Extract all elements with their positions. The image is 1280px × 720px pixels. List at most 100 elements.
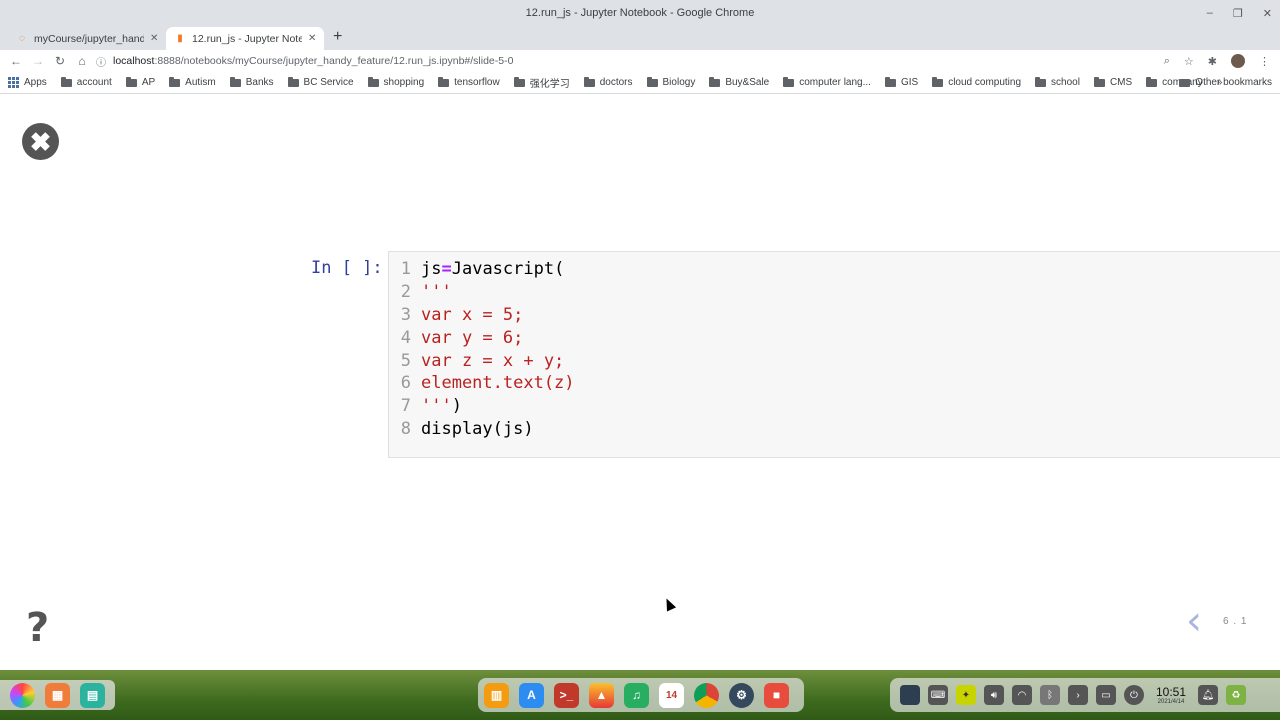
menu-icon[interactable]: ⋮ <box>1259 55 1270 68</box>
extensions-icon[interactable]: ✱ <box>1208 55 1217 68</box>
code-line[interactable]: 3 var x = 5; <box>389 304 1280 327</box>
close-icon[interactable]: ✕ <box>150 33 158 44</box>
jupyter-logo-icon: ◌ <box>19 33 25 44</box>
folder-icon <box>287 76 299 87</box>
bookmark-folder[interactable]: AP <box>125 76 155 88</box>
bookmark-folder[interactable]: school <box>1035 76 1080 88</box>
new-tab-button[interactable]: + <box>333 28 342 46</box>
bookmark-label: 强化学习 <box>529 79 570 90</box>
back-icon[interactable]: ← <box>6 54 26 68</box>
screen-recorder-icon[interactable]: ■ <box>764 682 789 708</box>
notification-bell-icon[interactable]: 🔔︎ <box>1198 685 1219 705</box>
line-number: 1 <box>400 259 411 280</box>
code-line[interactable]: 6 element.text(z) <box>389 372 1280 395</box>
apps-grid-icon <box>8 77 19 88</box>
bookmark-folder[interactable]: GIS <box>884 76 918 88</box>
bookmark-folder[interactable]: tensorflow <box>438 76 500 88</box>
bookmark-label: school <box>1051 77 1080 88</box>
bookmark-label: Banks <box>245 77 274 88</box>
tab-label: myCourse/jupyter_handy_feature/ <box>34 32 144 45</box>
bookmark-star-icon[interactable]: ☆ <box>1184 55 1194 68</box>
code-line[interactable]: 2 ''' <box>389 281 1280 304</box>
system-clock[interactable]: 10:51 2021/4/14 <box>1156 686 1186 705</box>
music-icon[interactable]: ♫ <box>624 682 649 708</box>
image-viewer-icon[interactable]: ▲ <box>589 682 614 708</box>
screenshot-icon[interactable]: ▭ <box>1096 685 1116 705</box>
terminal-icon[interactable]: >_ <box>554 682 579 708</box>
bookmark-folder[interactable]: account <box>60 76 112 88</box>
power-icon[interactable]: ⏻ <box>1124 685 1144 705</box>
code-line[interactable]: 5 var z = x + y; <box>389 349 1280 372</box>
notebook-icon: ▮ <box>177 33 183 44</box>
tray-app-icon[interactable] <box>900 685 920 705</box>
bookmarks-bar: Apps account AP Autism Banks BC Service … <box>0 72 1280 94</box>
file-manager-icon[interactable]: ▥ <box>484 682 509 708</box>
settings-icon[interactable]: ⚙ <box>729 682 754 708</box>
volume-icon[interactable]: 🔊︎ <box>984 685 1004 705</box>
clock-time: 10:51 <box>1156 684 1187 699</box>
zoom-icon[interactable]: ⌕ <box>1164 55 1170 68</box>
dock-left-group: ▦ ▤ <box>0 680 115 710</box>
code-line[interactable]: 7 ''') <box>389 395 1280 418</box>
bookmark-folder[interactable]: BC Service <box>287 76 354 88</box>
code-cell-editor[interactable]: 1 js = Javascript(2 ''' 3 var x = 5; 4 var y = 6… <box>388 251 1280 458</box>
bookmark-folder[interactable]: Buy&Sale <box>709 76 769 88</box>
bookmark-label: account <box>76 77 112 88</box>
code-line[interactable]: 1 js = Javascript( <box>389 258 1280 281</box>
bookmark-folder[interactable]: doctors <box>583 76 633 88</box>
bookmark-folder[interactable]: Biology <box>646 76 695 88</box>
close-window-icon[interactable]: ✕ <box>1263 7 1272 20</box>
desktop-icon[interactable]: ▤ <box>80 682 105 708</box>
url-path: :8888/notebooks/myCourse/jupyter_handy_f… <box>154 55 514 67</box>
bookmark-apps[interactable]: Apps <box>8 77 47 88</box>
folder-icon <box>513 76 525 87</box>
bookmark-folder[interactable]: computer lang... <box>783 76 871 88</box>
bookmark-folder[interactable]: shopping <box>367 76 424 88</box>
multitask-view-icon[interactable]: ▦ <box>45 682 70 708</box>
line-number: 5 <box>400 350 411 371</box>
launcher-icon[interactable] <box>10 682 35 708</box>
folder-icon <box>1093 76 1105 87</box>
forward-icon[interactable]: → <box>28 54 48 68</box>
home-icon[interactable]: ⌂ <box>72 54 92 68</box>
address-bar[interactable]: ⓘ localhost :8888/notebooks/myCourse/jup… <box>96 50 1206 72</box>
dock-center-group: ▥ A >_ ▲ ♫ 14 ⚙ ■ <box>478 678 804 712</box>
toolbar-actions: ⌕ ☆ ✱ ⋮ <box>1164 50 1270 72</box>
tab-jupyter-tree[interactable]: ◌ myCourse/jupyter_handy_feature/ ✕ <box>8 27 166 50</box>
chrome-icon[interactable] <box>694 682 719 708</box>
code-line[interactable]: 4 var y = 6; <box>389 326 1280 349</box>
input-method-icon[interactable]: ✦ <box>956 685 976 705</box>
line-number: 2 <box>400 282 411 303</box>
bookmark-folder[interactable]: 强化学习 <box>513 75 570 90</box>
bookmark-folder[interactable]: Banks <box>229 76 274 88</box>
other-bookmarks[interactable]: Other bookmarks <box>1179 77 1272 88</box>
expand-tray-icon[interactable]: › <box>1068 685 1088 705</box>
calendar-icon[interactable]: 14 <box>659 682 684 708</box>
code-token: ) <box>451 396 462 417</box>
restore-icon[interactable]: ❐ <box>1233 7 1243 20</box>
cell-prompt: In [ ]: <box>311 258 383 278</box>
wifi-icon[interactable]: ◠ <box>1012 685 1032 705</box>
folder-icon <box>169 76 181 87</box>
bookmark-folder[interactable]: cloud computing <box>932 76 1022 88</box>
bluetooth-icon[interactable]: ᛒ <box>1040 685 1060 705</box>
tab-run-js-notebook[interactable]: ▮ 12.run_js - Jupyter Notebook ✕ <box>166 27 325 50</box>
bookmark-folder[interactable]: Autism <box>169 76 216 88</box>
tab-label: 12.run_js - Jupyter Notebook <box>192 32 302 45</box>
code-token: ''' <box>421 396 452 417</box>
keyboard-icon[interactable]: ⌨ <box>928 685 948 705</box>
minimize-icon[interactable]: – <box>1207 7 1213 19</box>
previous-slide-button[interactable]: ‹ <box>1186 598 1202 644</box>
bookmark-folder[interactable]: CMS <box>1093 76 1132 88</box>
bookmark-label: doctors <box>599 77 633 88</box>
info-icon[interactable]: ⓘ <box>96 54 106 69</box>
avatar[interactable] <box>1231 54 1245 68</box>
help-button[interactable]: ? <box>26 605 49 651</box>
close-icon[interactable]: ✕ <box>308 33 316 44</box>
code-line[interactable]: 8 display(js) <box>389 418 1280 441</box>
bookmark-label: cloud computing <box>948 77 1022 88</box>
reload-icon[interactable]: ↻ <box>50 54 70 68</box>
close-slideshow-button[interactable]: ✖ <box>22 123 59 160</box>
app-store-icon[interactable]: A <box>519 682 544 708</box>
trash-icon[interactable]: ♻ <box>1226 685 1247 705</box>
